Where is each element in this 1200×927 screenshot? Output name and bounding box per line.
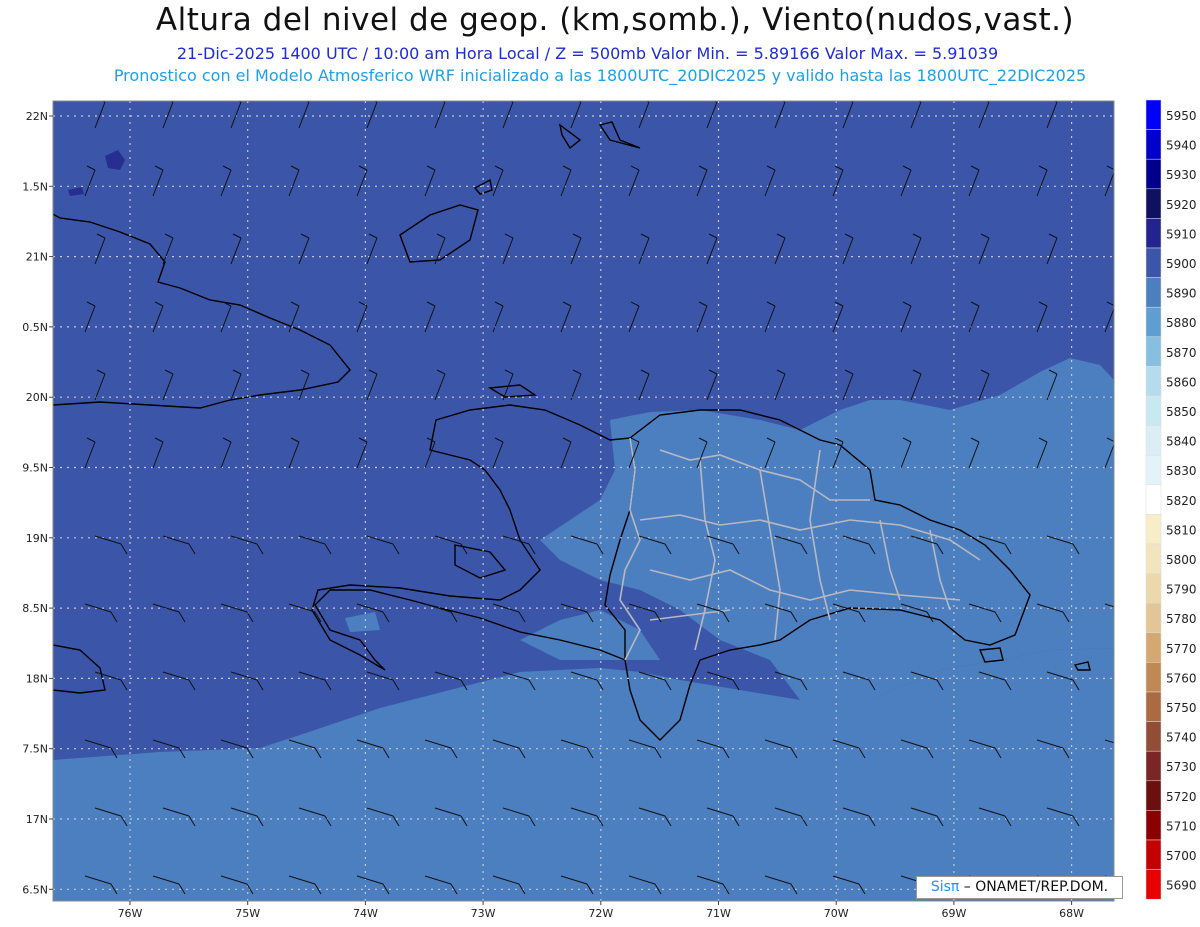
- colorbar-swatch: [1145, 780, 1162, 811]
- colorbar-label: 5940: [1166, 139, 1197, 153]
- lon-tick-label: 73W: [471, 907, 496, 920]
- colorbar-label: 5830: [1166, 464, 1197, 478]
- colorbar-swatch: [1145, 662, 1162, 693]
- colorbar-label: 5710: [1166, 819, 1197, 833]
- colorbar-label: 5870: [1166, 346, 1197, 360]
- lon-tick-label: 69W: [941, 907, 966, 920]
- colorbar-label: 5720: [1166, 790, 1197, 804]
- colorbar-swatch: [1145, 543, 1162, 574]
- colorbar-swatch: [1145, 336, 1162, 367]
- colorbar-swatch: [1145, 869, 1162, 900]
- colorbar-label: 5840: [1166, 435, 1197, 449]
- lat-tick-label: 1.5N: [22, 180, 48, 193]
- map-plot-area: [53, 101, 1114, 901]
- colorbar-label: 5820: [1166, 494, 1197, 508]
- colorbar-swatch: [1145, 129, 1162, 160]
- colorbar-swatch: [1145, 425, 1162, 456]
- colorbar-swatch: [1145, 366, 1162, 397]
- colorbar-label: 5920: [1166, 198, 1197, 212]
- lat-tick-label: 17N: [26, 813, 48, 826]
- colorbar-label: 5770: [1166, 642, 1197, 656]
- colorbar-label: 5860: [1166, 375, 1197, 389]
- colorbar-swatch: [1145, 247, 1162, 278]
- colorbar-label: 5700: [1166, 849, 1197, 863]
- geopotential-field-5890-patch-3: [440, 780, 458, 808]
- lat-tick-label: 6.5N: [22, 883, 48, 896]
- colorbar-label: 5950: [1166, 109, 1197, 123]
- lon-tick-label: 75W: [235, 907, 260, 920]
- lon-tick-label: 74W: [353, 907, 378, 920]
- lat-tick-label: 18N: [26, 672, 48, 685]
- credit-org: – ONAMET/REP.DOM.: [959, 879, 1109, 895]
- lat-tick-label: 21N: [26, 251, 48, 264]
- colorbar-swatch: [1145, 602, 1162, 634]
- lat-tick-label: 20N: [26, 391, 48, 404]
- colorbar-swatch: [1145, 188, 1162, 219]
- colorbar-swatch: [1145, 395, 1162, 426]
- latitude-axis: 22N 1.5N 21N 0.5N 20N 9.5N 19N 8.5N 18N 7.5N 17N 6.…: [22, 110, 53, 896]
- colorbar-label: 5810: [1166, 523, 1197, 537]
- lat-tick-label: 8.5N: [22, 602, 48, 615]
- colorbar-swatch: [1145, 484, 1162, 515]
- lat-tick-label: 9.5N: [22, 462, 48, 475]
- sispi-logo-text: Sisπ: [930, 879, 960, 895]
- colorbar-swatch: [1145, 454, 1162, 486]
- colorbar: 5950 5940 5930 5920 5910 5900 5890 5880 5870 5860…: [1145, 99, 1197, 900]
- colorbar-swatch: [1145, 810, 1162, 841]
- lon-tick-label: 72W: [588, 907, 613, 920]
- colorbar-label: 5760: [1166, 671, 1197, 685]
- lon-tick-label: 71W: [706, 907, 731, 920]
- lat-tick-label: 0.5N: [22, 321, 48, 334]
- longitude-axis: 76W 75W 74W 73W 72W 71W 70W 69W 68W: [118, 901, 1084, 920]
- lon-tick-label: 76W: [118, 907, 143, 920]
- colorbar-label: 5890: [1166, 287, 1197, 301]
- colorbar-label: 5690: [1166, 879, 1197, 893]
- colorbar-swatch: [1145, 632, 1162, 663]
- colorbar-swatch: [1145, 99, 1162, 130]
- geopotential-map: 22N 1.5N 21N 0.5N 20N 9.5N 19N 8.5N 18N 7.5N 17N 6.…: [22, 99, 1197, 920]
- colorbar-swatch: [1145, 218, 1162, 249]
- colorbar-label: 5910: [1166, 227, 1197, 241]
- colorbar-swatch: [1145, 839, 1162, 870]
- colorbar-label: 5900: [1166, 257, 1197, 271]
- colorbar-label: 5800: [1166, 553, 1197, 567]
- colorbar-label: 5850: [1166, 405, 1197, 419]
- lat-tick-label: 7.5N: [22, 743, 48, 756]
- lat-tick-label: 19N: [26, 532, 48, 545]
- colorbar-label: 5790: [1166, 583, 1197, 597]
- colorbar-swatch: [1145, 514, 1162, 545]
- lon-tick-label: 68W: [1059, 907, 1084, 920]
- lat-tick-label: 22N: [26, 110, 48, 123]
- colorbar-label: 5740: [1166, 731, 1197, 745]
- colorbar-swatch: [1145, 306, 1162, 338]
- lon-tick-label: 70W: [824, 907, 849, 920]
- colorbar-swatch: [1145, 750, 1162, 782]
- colorbar-swatch: [1145, 277, 1162, 308]
- colorbar-label: 5780: [1166, 612, 1197, 626]
- colorbar-label: 5880: [1166, 316, 1197, 330]
- colorbar-swatch: [1145, 691, 1162, 722]
- colorbar-swatch: [1145, 721, 1162, 752]
- colorbar-label: 5730: [1166, 760, 1197, 774]
- credit-box: Sisπ – ONAMET/REP.DOM.: [916, 876, 1123, 899]
- colorbar-swatch: [1145, 573, 1162, 604]
- colorbar-label: 5750: [1166, 701, 1197, 715]
- colorbar-label: 5930: [1166, 168, 1197, 182]
- colorbar-swatch: [1145, 158, 1162, 190]
